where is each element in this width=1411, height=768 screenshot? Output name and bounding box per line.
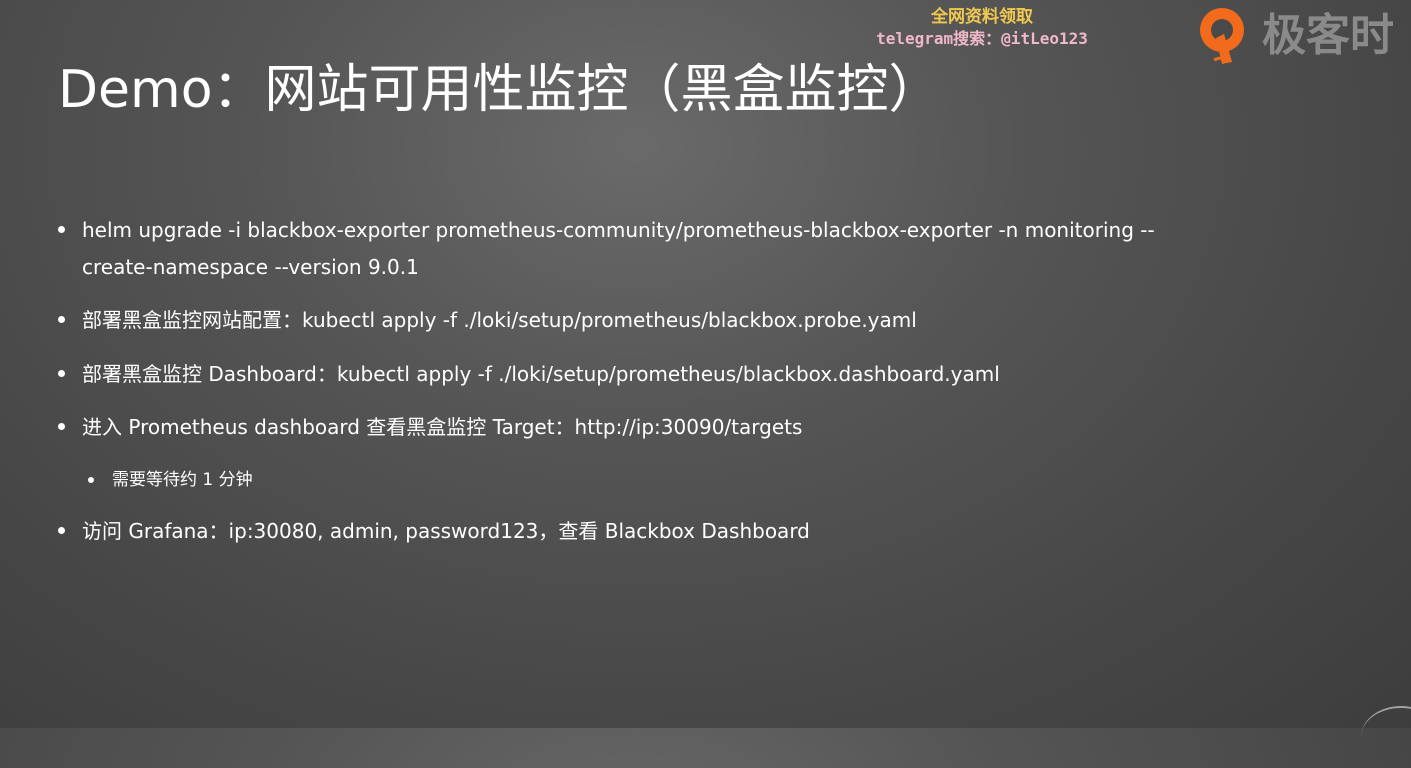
watermark: 全网资料领取 telegram搜索：@itLeo123 [862, 6, 1102, 50]
brand: 极客时 [1192, 2, 1411, 70]
slide-title: Demo：网站可用性监控（黑盒监控） [58, 60, 941, 120]
bullet-dot-icon [58, 527, 65, 534]
geektime-logo-icon [1200, 8, 1244, 64]
bullet-text: helm upgrade -i blackbox-exporter promet… [82, 218, 1155, 279]
sub-bullet-text: 需要等待约 1 分钟 [112, 470, 253, 490]
bullet-text: 进入 Prometheus dashboard 查看黑盒监控 Target：ht… [82, 415, 803, 439]
bullet-item: 进入 Prometheus dashboard 查看黑盒监控 Target：ht… [58, 409, 1222, 446]
bullet-text: 访问 Grafana：ip:30080, admin, password123，… [82, 519, 810, 543]
watermark-line-2: telegram搜索：@itLeo123 [876, 29, 1088, 48]
bullet-text: 部署黑盒监控 Dashboard：kubectl apply -f ./loki… [82, 362, 1000, 386]
bullet-text: 部署黑盒监控网站配置：kubectl apply -f ./loki/setup… [82, 308, 917, 332]
sub-bullet-item: 需要等待约 1 分钟 [88, 465, 253, 495]
bullet-dot-icon [58, 370, 65, 377]
bullet-dot-icon [58, 316, 65, 323]
watermark-line-1: 全网资料领取 [931, 7, 1033, 27]
sub-bullet-dot-icon [88, 477, 94, 483]
brand-name: 极客时 [1262, 10, 1394, 61]
bullet-item: 访问 Grafana：ip:30080, admin, password123，… [58, 513, 1222, 550]
corner-decoration [1361, 706, 1411, 768]
bullet-dot-icon [58, 423, 65, 430]
bullet-dot-icon [58, 226, 65, 233]
bullet-item: 部署黑盒监控网站配置：kubectl apply -f ./loki/setup… [58, 302, 1222, 339]
bullet-item: 部署黑盒监控 Dashboard：kubectl apply -f ./loki… [58, 356, 1222, 393]
bullet-item: helm upgrade -i blackbox-exporter promet… [58, 212, 1222, 286]
